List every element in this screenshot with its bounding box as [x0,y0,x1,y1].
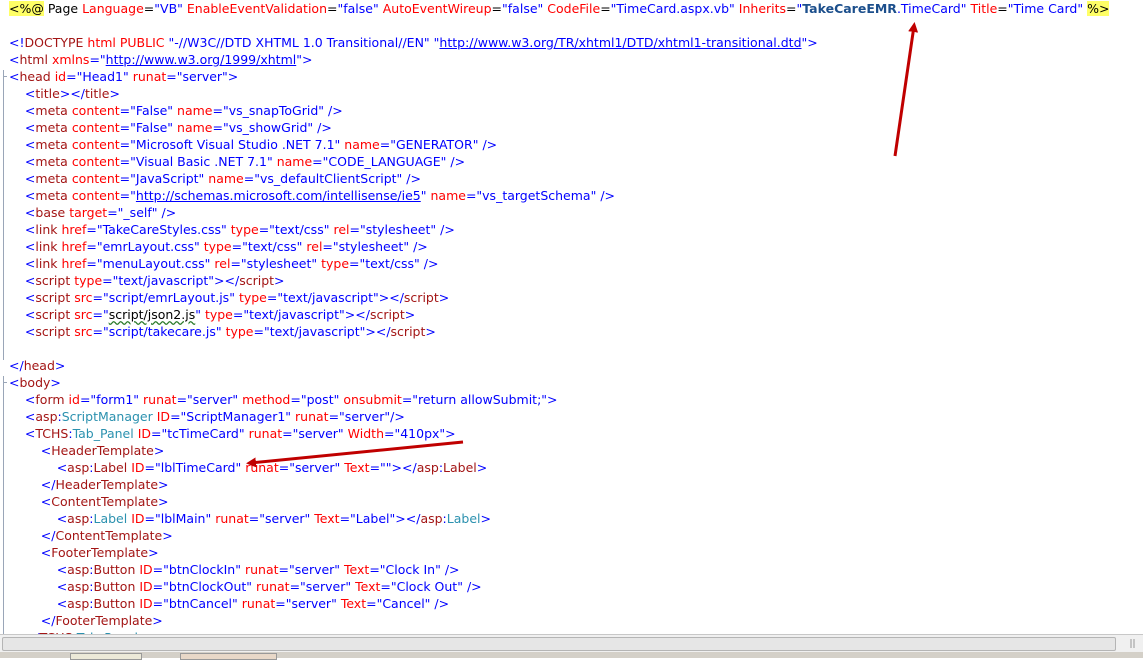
annotation-arrows [246,22,919,468]
bottom-tab-strip [0,652,1143,660]
design-tab[interactable] [70,653,142,660]
horizontal-scrollbar[interactable] [0,634,1143,653]
scrollbar-grip-icon [1130,639,1135,648]
arrow-icon [893,22,919,157]
arrow-icon [246,440,464,468]
scrollbar-thumb[interactable] [2,637,1116,651]
source-tab[interactable] [180,653,277,660]
